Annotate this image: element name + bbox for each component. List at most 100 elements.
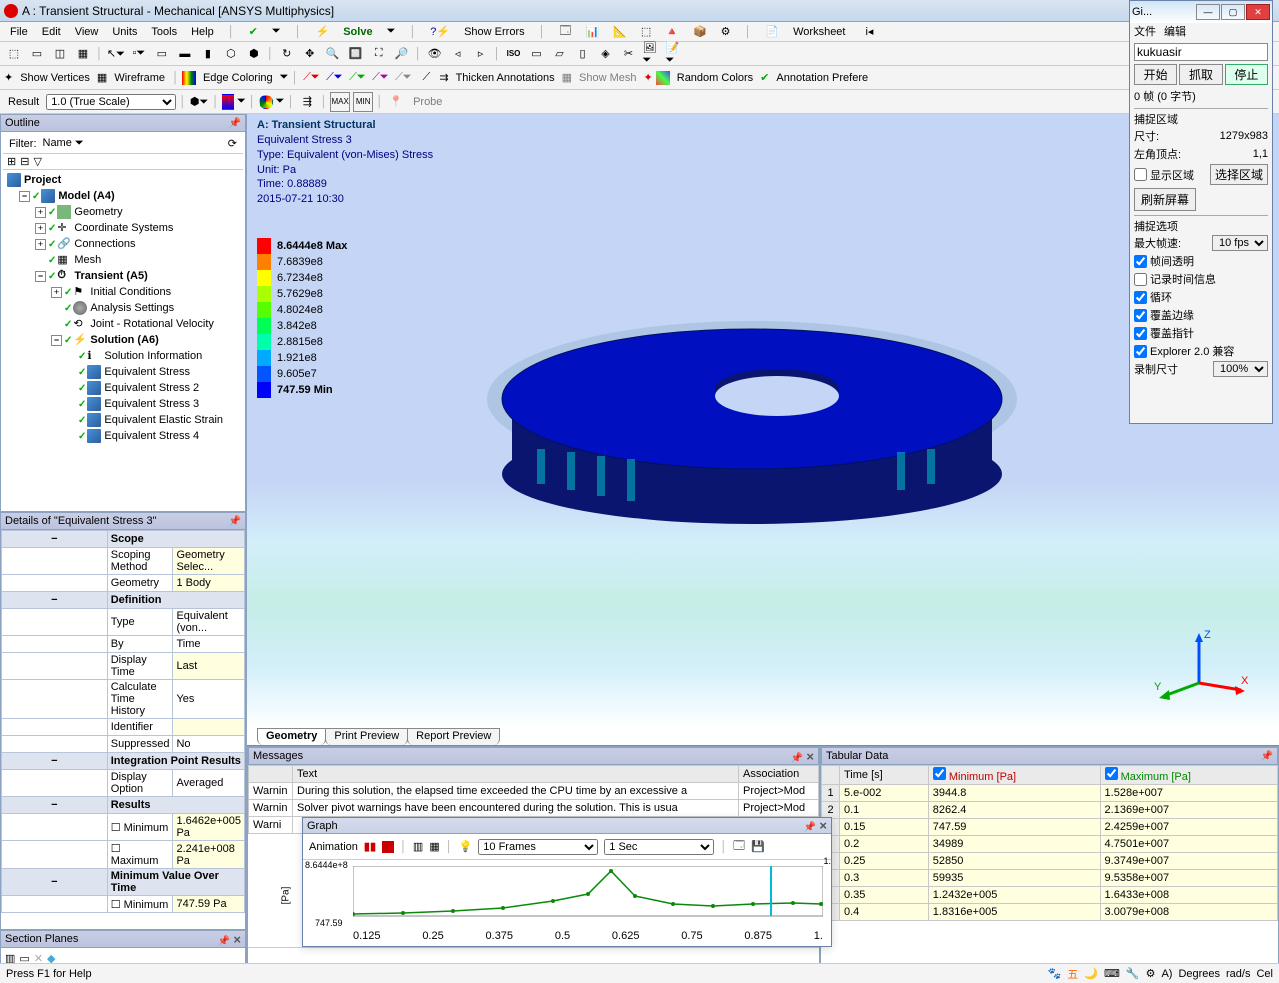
menu-edit[interactable]: Edit bbox=[36, 24, 67, 40]
det-by[interactable]: Time bbox=[173, 636, 245, 653]
tree-coord[interactable]: Coordinate Systems bbox=[74, 222, 173, 234]
go-icon[interactable]: ✔ bbox=[243, 23, 264, 40]
rec-trans-checkbox[interactable] bbox=[1134, 255, 1147, 268]
info-icon[interactable]: i◂ bbox=[859, 23, 879, 40]
expand-icon[interactable]: + bbox=[51, 287, 62, 298]
triad[interactable]: Z X Y bbox=[1149, 628, 1249, 708]
edge2-icon[interactable]: ⟋⏷ bbox=[324, 68, 344, 88]
tree-eqs[interactable]: Equivalent Stress bbox=[104, 366, 190, 378]
sec-select[interactable]: 1 Sec bbox=[604, 839, 714, 855]
magnify-icon[interactable]: 🔎 bbox=[392, 44, 412, 64]
pause-icon[interactable]: ▮▮ bbox=[364, 840, 376, 853]
rec-menu-edit[interactable]: 编辑 bbox=[1164, 23, 1186, 41]
rec-explorer-checkbox[interactable] bbox=[1134, 345, 1147, 358]
face-select-icon[interactable]: ◫ bbox=[50, 44, 70, 64]
det-type[interactable]: Equivalent (von... bbox=[173, 609, 245, 636]
expand-icon[interactable]: + bbox=[35, 223, 46, 234]
solve-button[interactable]: Solve bbox=[337, 24, 378, 40]
iso-icon[interactable]: ISO bbox=[504, 44, 524, 64]
rec-start-button[interactable]: 开始 bbox=[1134, 64, 1177, 85]
collapse-icon[interactable]: − bbox=[19, 191, 30, 202]
minimize-icon[interactable]: — bbox=[1196, 4, 1220, 20]
image-icon[interactable]: 🖼⏷ bbox=[642, 44, 662, 64]
graph-plot[interactable]: [Pa] 8.6444e+8 747.59 1. 0.1250.250.3750… bbox=[303, 860, 831, 942]
rec-stop-button[interactable]: 停止 bbox=[1225, 64, 1268, 85]
edge6-icon[interactable]: ⟋ bbox=[416, 68, 436, 88]
mode1-icon[interactable]: ▥ bbox=[413, 840, 423, 853]
collapse-icon[interactable]: − bbox=[51, 335, 62, 346]
rec-refresh-button[interactable]: 刷新屏幕 bbox=[1134, 188, 1196, 211]
element-icon[interactable]: ⬢ bbox=[244, 44, 264, 64]
save-icon[interactable]: 💾 bbox=[751, 840, 765, 853]
pin-icon[interactable] bbox=[229, 117, 241, 129]
tree-project[interactable]: Project bbox=[24, 174, 61, 186]
rec-size-select[interactable]: 100% bbox=[1213, 361, 1268, 377]
cone-icon[interactable]: 🔺 bbox=[659, 23, 685, 40]
tree-transient[interactable]: Transient (A5) bbox=[74, 270, 147, 282]
rec-edge-checkbox[interactable] bbox=[1134, 309, 1147, 322]
tree-mesh[interactable]: Mesh bbox=[74, 254, 101, 266]
expand-icon[interactable]: ⊞ bbox=[7, 155, 16, 168]
gif-recorder-window[interactable]: Gi... — ▢ ✕ 文件 编辑 开始 抓取 停止 0 帧 (0 字节) 捕捉… bbox=[1129, 0, 1273, 424]
edge4-icon[interactable]: ⟋⏷ bbox=[370, 68, 390, 88]
tree-geometry[interactable]: Geometry bbox=[74, 206, 122, 218]
units-degrees[interactable]: Degrees bbox=[1178, 968, 1220, 980]
frames-select[interactable]: 10 Frames bbox=[478, 839, 598, 855]
isobands-icon[interactable] bbox=[259, 95, 273, 109]
dropdown-icon[interactable]: ⏷ bbox=[266, 23, 287, 40]
det-displayoption[interactable]: Averaged bbox=[173, 770, 245, 797]
wand-icon[interactable]: 📐 bbox=[607, 23, 633, 40]
vertex-sparkle-icon[interactable]: ✦ bbox=[4, 71, 13, 84]
rec-menu-file[interactable]: 文件 bbox=[1134, 23, 1156, 41]
units-rads[interactable]: rad/s bbox=[1226, 968, 1250, 980]
collapse-icon[interactable]: − bbox=[2, 797, 108, 814]
colors-icon[interactable] bbox=[656, 71, 670, 85]
det-scoping[interactable]: Geometry Selec... bbox=[173, 548, 245, 575]
tab-report-preview[interactable]: Report Preview bbox=[407, 728, 500, 745]
vertex-icon[interactable]: ▫⏷ bbox=[129, 44, 149, 64]
probe-button[interactable]: Probe bbox=[409, 96, 446, 108]
max-checkbox[interactable] bbox=[1105, 767, 1118, 780]
max-label-icon[interactable]: MAX bbox=[330, 92, 350, 112]
show-vertices-button[interactable]: Show Vertices bbox=[16, 72, 94, 84]
sparkle-icon[interactable]: ✦ bbox=[644, 71, 653, 84]
look-icon[interactable]: 👁 bbox=[425, 44, 445, 64]
stop-icon[interactable] bbox=[382, 841, 394, 853]
close-icon[interactable] bbox=[819, 821, 827, 833]
menu-tools[interactable]: Tools bbox=[145, 24, 183, 40]
pin-icon[interactable] bbox=[1261, 750, 1273, 762]
rec-cursor-checkbox[interactable] bbox=[1134, 327, 1147, 340]
fit-icon[interactable]: ⛶ bbox=[369, 44, 389, 64]
edge3-icon[interactable]: ⟋⏷ bbox=[347, 68, 367, 88]
mode2-icon[interactable]: ▦ bbox=[429, 840, 439, 853]
tab-print-preview[interactable]: Print Preview bbox=[325, 728, 408, 745]
zoom-icon[interactable]: 🔍 bbox=[323, 44, 343, 64]
check-icon[interactable]: ✔ bbox=[760, 71, 769, 84]
viewport-3d[interactable]: A: Transient Structural Equivalent Stres… bbox=[247, 114, 1279, 728]
contour-icon[interactable] bbox=[222, 94, 234, 110]
min-checkbox[interactable] bbox=[933, 767, 946, 780]
filter-icon[interactable]: ▽ bbox=[33, 155, 41, 168]
pin-icon[interactable] bbox=[804, 821, 816, 833]
body-select-icon[interactable]: ▦ bbox=[73, 44, 93, 64]
tab-geometry[interactable]: Geometry bbox=[257, 728, 326, 745]
close-icon[interactable] bbox=[806, 752, 814, 764]
tree-eqs4[interactable]: Equivalent Stress 4 bbox=[104, 430, 199, 442]
dropdown-icon[interactable]: ⏷ bbox=[280, 71, 289, 84]
gear-icon[interactable]: ⚙ bbox=[1146, 967, 1156, 980]
node-icon[interactable]: ⬡ bbox=[221, 44, 241, 64]
lightning-icon[interactable]: ⚡ bbox=[310, 23, 336, 40]
show-errors-button[interactable]: Show Errors bbox=[458, 24, 531, 40]
keyboard-icon[interactable]: ⌨ bbox=[1104, 967, 1120, 980]
front-icon[interactable]: ▭ bbox=[527, 44, 547, 64]
tree-connections[interactable]: Connections bbox=[74, 238, 135, 250]
pan-icon[interactable]: ✥ bbox=[300, 44, 320, 64]
units-a[interactable]: A) bbox=[1161, 968, 1172, 980]
show-mesh-button[interactable]: Show Mesh bbox=[575, 72, 640, 84]
rec-show-region-checkbox[interactable] bbox=[1134, 168, 1147, 181]
tree-model[interactable]: Model (A4) bbox=[58, 190, 114, 202]
edge-icon[interactable]: ▭ bbox=[152, 44, 172, 64]
prev-view-icon[interactable]: ◃ bbox=[448, 44, 468, 64]
rotate-icon[interactable]: ↻ bbox=[277, 44, 297, 64]
close-icon[interactable] bbox=[233, 935, 241, 947]
